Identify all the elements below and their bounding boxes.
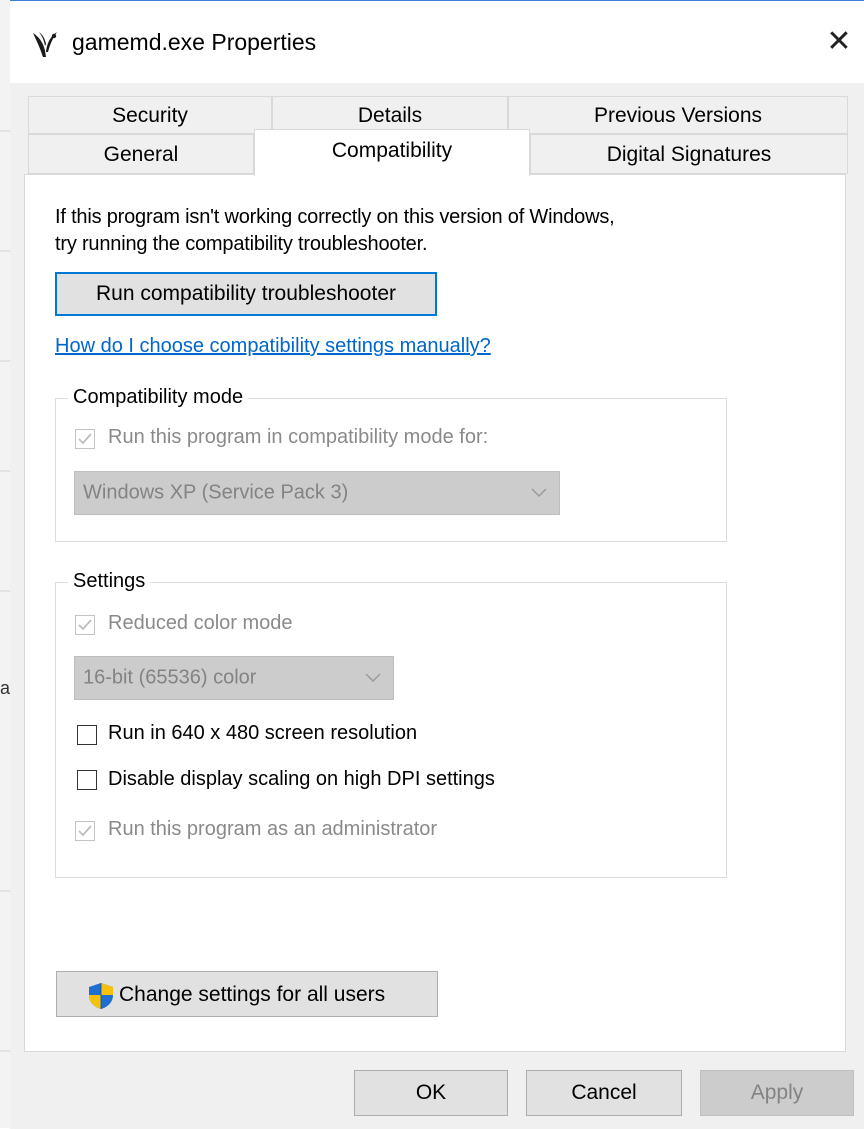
apply-button[interactable]: Apply bbox=[700, 1070, 854, 1116]
chevron-down-icon bbox=[531, 488, 547, 498]
button-label: Cancel bbox=[571, 1081, 637, 1104]
change-settings-all-users-button[interactable]: Change settings for all users bbox=[56, 971, 438, 1017]
tab-compatibility[interactable]: Compatibility bbox=[254, 129, 530, 176]
reduced-color-label: Reduced color mode bbox=[108, 612, 293, 634]
tab-digital-signatures[interactable]: Digital Signatures bbox=[530, 134, 848, 174]
tab-previous-versions[interactable]: Previous Versions bbox=[508, 96, 848, 134]
reduced-color-checkbox[interactable] bbox=[75, 615, 95, 635]
properties-dialog: gamemd.exe Properties ✕ Security Details… bbox=[10, 0, 864, 1129]
select-value: 16-bit (65536) color bbox=[83, 666, 257, 689]
checkmark-icon bbox=[78, 825, 92, 837]
close-icon[interactable]: ✕ bbox=[816, 19, 862, 65]
resolution-640x480-label: Run in 640 x 480 screen resolution bbox=[108, 722, 418, 744]
run-troubleshooter-button[interactable]: Run compatibility troubleshooter bbox=[55, 272, 437, 316]
tab-label: Compatibility bbox=[331, 139, 453, 162]
tab-general[interactable]: General bbox=[28, 134, 254, 174]
edge-mark bbox=[0, 250, 10, 252]
button-label: Run compatibility troubleshooter bbox=[96, 282, 396, 305]
settings-legend: Settings bbox=[68, 570, 151, 593]
tab-label: Details bbox=[357, 104, 423, 127]
gamemd-app-icon bbox=[33, 32, 57, 57]
tab-label: Digital Signatures bbox=[606, 143, 772, 166]
compatibility-mode-legend: Compatibility mode bbox=[68, 386, 249, 409]
button-label: Apply bbox=[750, 1081, 804, 1104]
uac-shield-icon bbox=[89, 983, 113, 1009]
tab-label: Previous Versions bbox=[593, 104, 763, 127]
select-value: Windows XP (Service Pack 3) bbox=[83, 481, 349, 504]
disable-dpi-scaling-checkbox[interactable] bbox=[77, 770, 97, 790]
checkmark-icon bbox=[78, 433, 92, 445]
ok-button[interactable]: OK bbox=[354, 1070, 508, 1116]
tab-security[interactable]: Security bbox=[28, 96, 272, 134]
disable-dpi-scaling-label: Disable display scaling on high DPI sett… bbox=[108, 768, 495, 790]
tab-label: Security bbox=[112, 104, 188, 127]
edge-mark bbox=[0, 890, 10, 892]
edge-mark bbox=[0, 590, 10, 592]
button-label: OK bbox=[415, 1081, 447, 1104]
os-version-select[interactable]: Windows XP (Service Pack 3) bbox=[74, 471, 560, 515]
resolution-640x480-checkbox[interactable] bbox=[77, 725, 97, 745]
title-bar[interactable]: gamemd.exe Properties ✕ bbox=[10, 1, 864, 83]
edge-mark bbox=[0, 1050, 10, 1052]
cancel-button[interactable]: Cancel bbox=[526, 1070, 682, 1116]
background-text: a bbox=[0, 678, 11, 698]
edge-mark bbox=[0, 130, 10, 132]
compatibility-mode-group bbox=[55, 398, 727, 542]
compat-mode-label: Run this program in compatibility mode f… bbox=[108, 426, 489, 448]
intro-line: If this program isn't working correctly … bbox=[55, 206, 615, 228]
button-label: Change settings for all users bbox=[119, 983, 386, 1006]
run-as-admin-checkbox[interactable] bbox=[75, 821, 95, 841]
checkmark-icon bbox=[78, 619, 92, 631]
edge-mark bbox=[0, 360, 10, 362]
edge-mark bbox=[0, 470, 10, 472]
tab-label: General bbox=[103, 143, 179, 166]
run-as-admin-label: Run this program as an administrator bbox=[108, 818, 438, 840]
window-title: gamemd.exe Properties bbox=[72, 29, 317, 55]
intro-line: try running the compatibility troublesho… bbox=[55, 233, 428, 255]
manual-settings-link[interactable]: How do I choose compatibility settings m… bbox=[55, 335, 491, 358]
chevron-down-icon bbox=[365, 673, 381, 683]
intro-text: If this program isn't working correctly … bbox=[55, 204, 615, 258]
compat-mode-checkbox[interactable] bbox=[75, 429, 95, 449]
color-depth-select[interactable]: 16-bit (65536) color bbox=[74, 656, 394, 700]
